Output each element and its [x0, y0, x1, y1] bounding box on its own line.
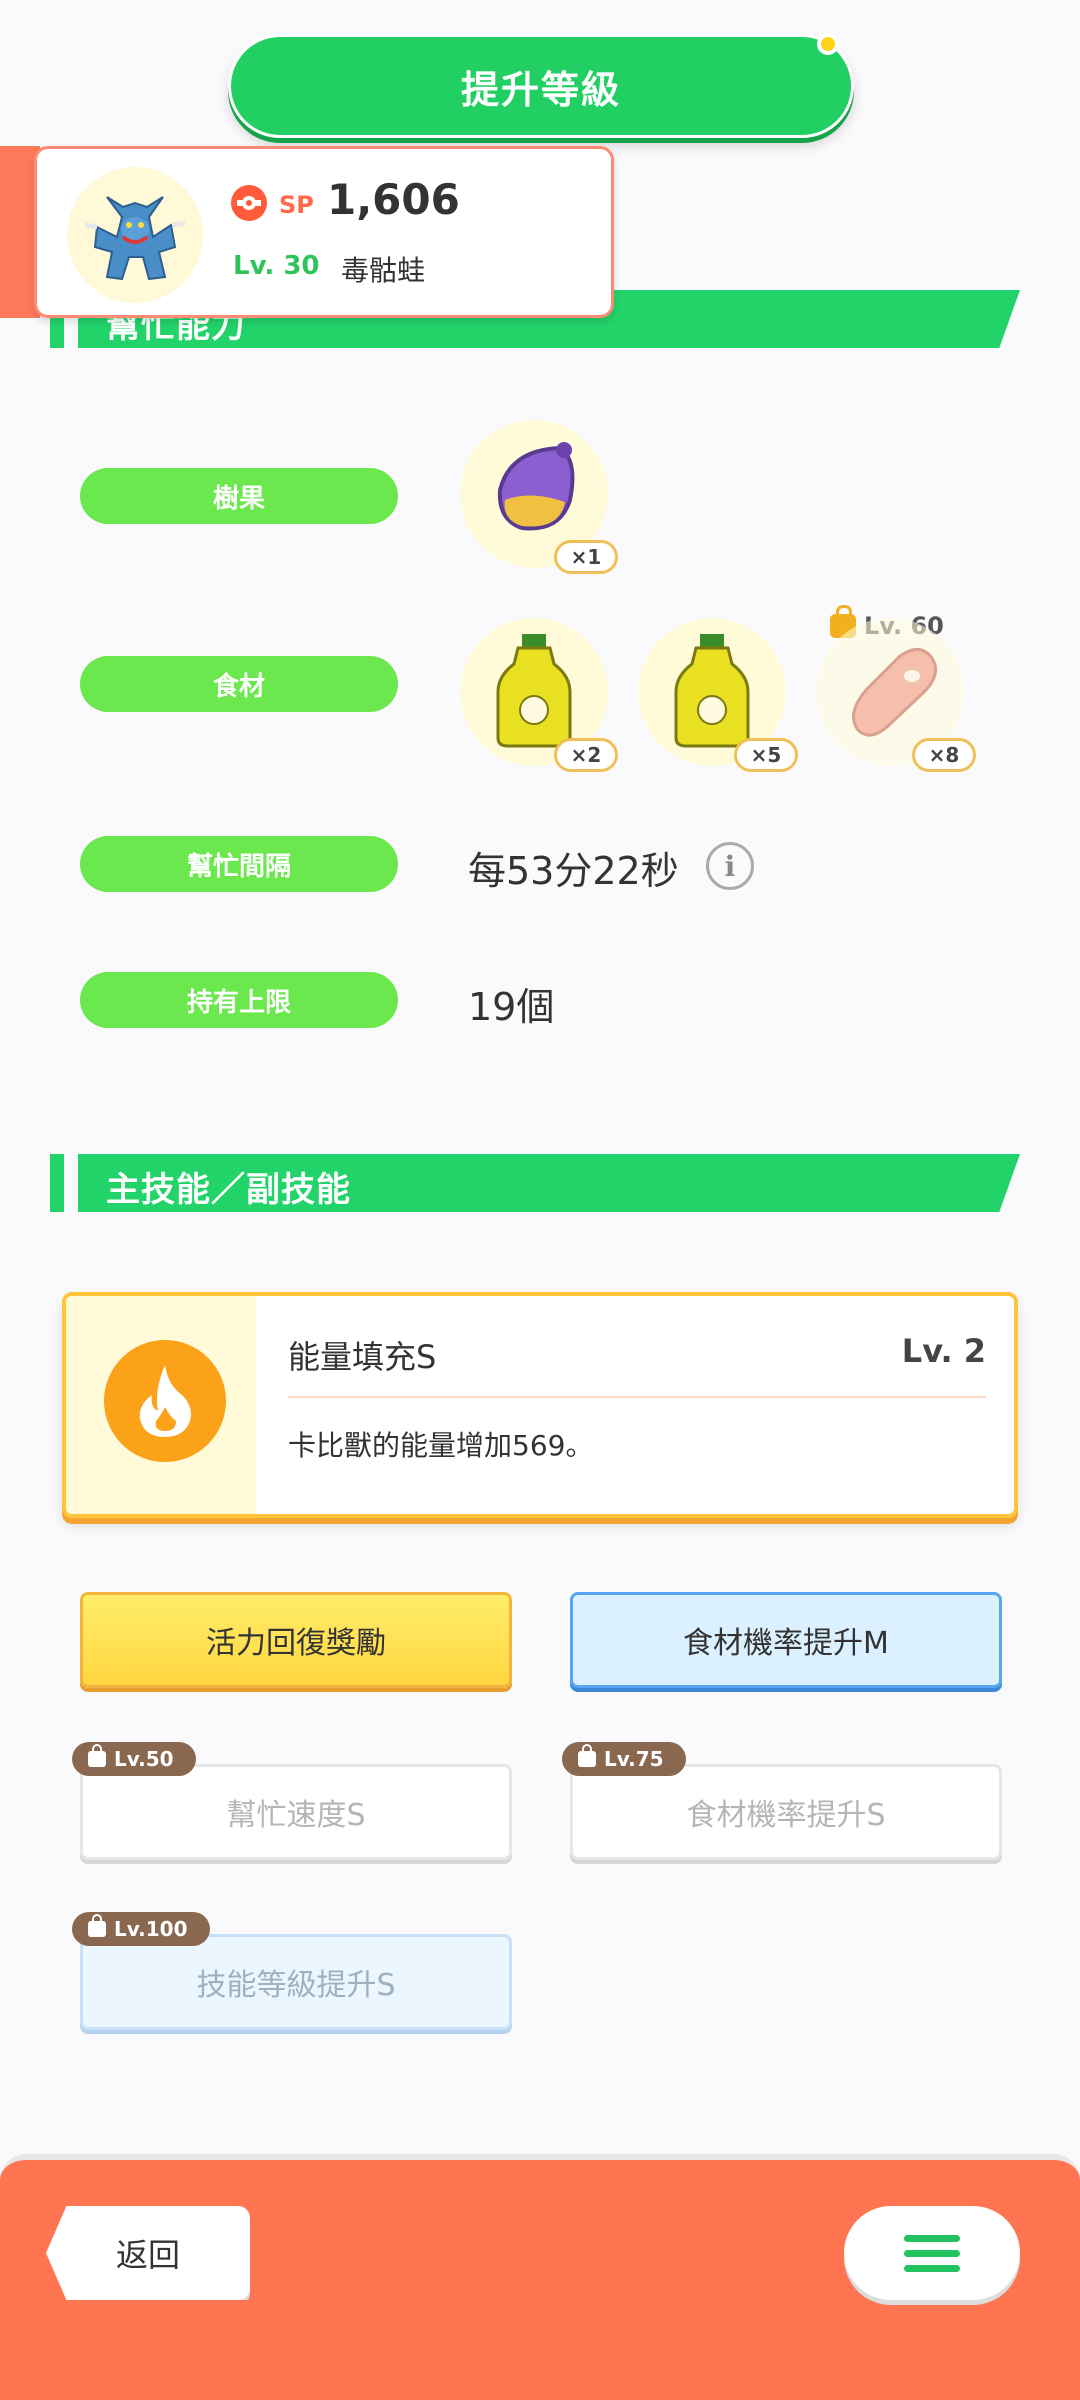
level-up-label: 提升等級	[460, 67, 621, 112]
sp-value: 1,606	[327, 175, 460, 224]
main-skill-card[interactable]: 能量填充S Lv. 2 卡比獸的能量增加569。	[62, 1292, 1018, 1518]
sub-skill-lock-tag-4: Lv.75	[562, 1742, 686, 1776]
capacity-value: 19個	[468, 985, 555, 1029]
main-skill-description: 卡比獸的能量增加569。	[288, 1429, 594, 1462]
pokemon-icon	[84, 196, 186, 281]
flame-icon	[104, 1340, 226, 1462]
skills-header: 主技能／副技能	[50, 1154, 1020, 1212]
ingredients-label: 食材	[80, 656, 398, 712]
notification-dot	[817, 33, 839, 55]
ingredient-count-2: ×5	[734, 738, 798, 772]
level-up-button[interactable]: 提升等級	[228, 33, 854, 138]
back-label: 返回	[115, 2236, 180, 2274]
info-icon[interactable]: i	[706, 842, 754, 890]
pokemon-name: 毒骷蛙	[341, 254, 426, 287]
section-title: 主技能／副技能	[106, 1170, 351, 1210]
main-skill-level: Lv. 2	[901, 1332, 986, 1370]
berry-count: ×1	[554, 540, 618, 574]
sub-skill-5[interactable]: 技能等級提升S	[80, 1934, 512, 2030]
divider	[288, 1396, 986, 1398]
lock-icon	[88, 1914, 106, 1937]
page: 提升等級 幫忙能力 SP 1,606 Lv. 30 毒骷蛙 樹果 ×1 食材 ×…	[0, 0, 1080, 2400]
interval-label: 幫忙間隔	[80, 836, 398, 892]
capacity-label: 持有上限	[80, 972, 398, 1028]
interval-value: 每53分22秒	[468, 849, 679, 893]
pokemon-card[interactable]: SP 1,606 Lv. 30 毒骷蛙	[34, 146, 614, 318]
menu-button[interactable]	[844, 2206, 1020, 2300]
lock-icon	[578, 1744, 596, 1767]
sub-skill-3[interactable]: 幫忙速度S	[80, 1764, 512, 1860]
menu-icon	[904, 2234, 960, 2242]
sp-label: SP	[279, 191, 314, 219]
ingredient-count-3: ×8	[912, 738, 976, 772]
sub-skill-4[interactable]: 食材機率提升S	[570, 1764, 1002, 1860]
sub-skill-lock-tag-3: Lv.50	[72, 1742, 196, 1776]
pokemon-avatar	[67, 167, 203, 303]
sub-skill-lock-tag-5: Lv.100	[72, 1912, 210, 1946]
pokemon-level: Lv. 30	[233, 251, 320, 281]
sub-skill-1[interactable]: 活力回復獎勵	[80, 1592, 512, 1688]
ingredient-count-1: ×2	[554, 738, 618, 772]
main-skill-name: 能量填充S	[288, 1338, 437, 1376]
berry-label: 樹果	[80, 468, 398, 524]
pokeball-icon	[231, 185, 267, 221]
sub-skill-2[interactable]: 食材機率提升M	[570, 1592, 1002, 1688]
back-button[interactable]: 返回	[46, 2206, 250, 2300]
lock-icon	[88, 1744, 106, 1767]
